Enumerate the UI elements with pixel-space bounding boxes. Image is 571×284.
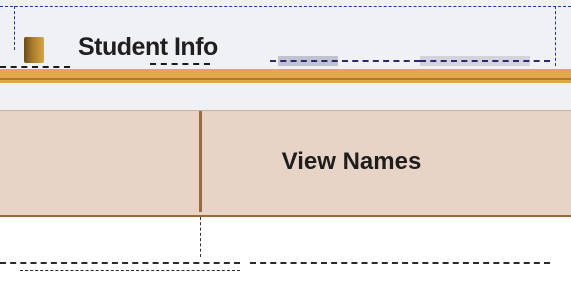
row-line <box>20 270 240 271</box>
row-line <box>0 262 240 264</box>
title-top-border <box>0 6 571 7</box>
title-underline <box>150 63 210 65</box>
tab-label: View Names <box>281 147 422 175</box>
row-line <box>250 262 550 264</box>
folder-icon <box>24 37 44 63</box>
tab-view-names[interactable]: View Names <box>202 111 571 212</box>
window-title: Student Info <box>78 33 218 61</box>
title-right-border <box>555 6 556 66</box>
title-bar: Student Info <box>0 0 571 110</box>
accent-bar <box>0 69 571 83</box>
column-divider <box>200 217 201 257</box>
title-underline <box>0 66 70 68</box>
title-left-border <box>14 6 15 50</box>
accent-bar-shadow <box>0 78 571 80</box>
content-area <box>0 217 571 284</box>
tab-empty[interactable] <box>0 111 200 212</box>
tab-strip: View Names <box>0 110 571 218</box>
toolbar-underline <box>420 60 550 62</box>
toolbar-underline <box>270 60 420 62</box>
